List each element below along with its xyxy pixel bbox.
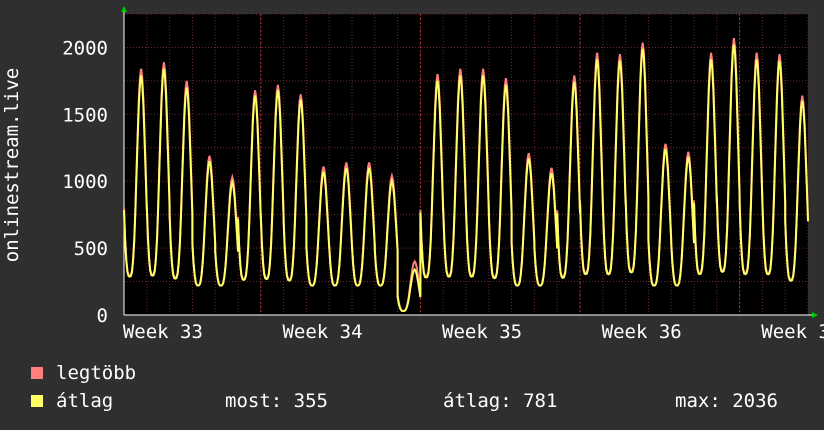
legend-label-max: legtöbb xyxy=(56,362,137,384)
x-tick-label: Week 35 xyxy=(442,321,522,343)
y-tick-label: 0 xyxy=(97,305,108,327)
stat-average: átlag: 781 xyxy=(443,390,558,412)
x-tick-label: Week 33 xyxy=(123,321,203,343)
chart-plot: 0 500 1000 1500 2000 Week 33 Week 34 Week 35 Wee… xyxy=(1,6,824,343)
x-tick-label: Week 36 xyxy=(602,321,682,343)
legend-swatch-max xyxy=(30,366,44,380)
y-tick-label: 2000 xyxy=(62,37,108,59)
x-tick-label: Week 3 xyxy=(761,321,824,343)
y-tick-label: 1500 xyxy=(62,104,108,126)
y-tick-label: 500 xyxy=(74,238,108,260)
legend-item-avg: átlag xyxy=(30,390,113,412)
legend-item-max: legtöbb xyxy=(30,362,136,384)
stat-maximum: max: 2036 xyxy=(675,390,778,412)
y-axis-label: onlinestream.live xyxy=(1,68,23,262)
x-tick-label: Week 34 xyxy=(282,321,362,343)
legend-label-avg: átlag xyxy=(56,390,114,412)
stat-current: most: 355 xyxy=(225,390,328,412)
y-axis-arrow xyxy=(121,6,127,12)
legend-swatch-avg xyxy=(30,394,44,408)
x-axis-arrow xyxy=(812,312,818,318)
y-tick-label: 1000 xyxy=(62,171,108,193)
